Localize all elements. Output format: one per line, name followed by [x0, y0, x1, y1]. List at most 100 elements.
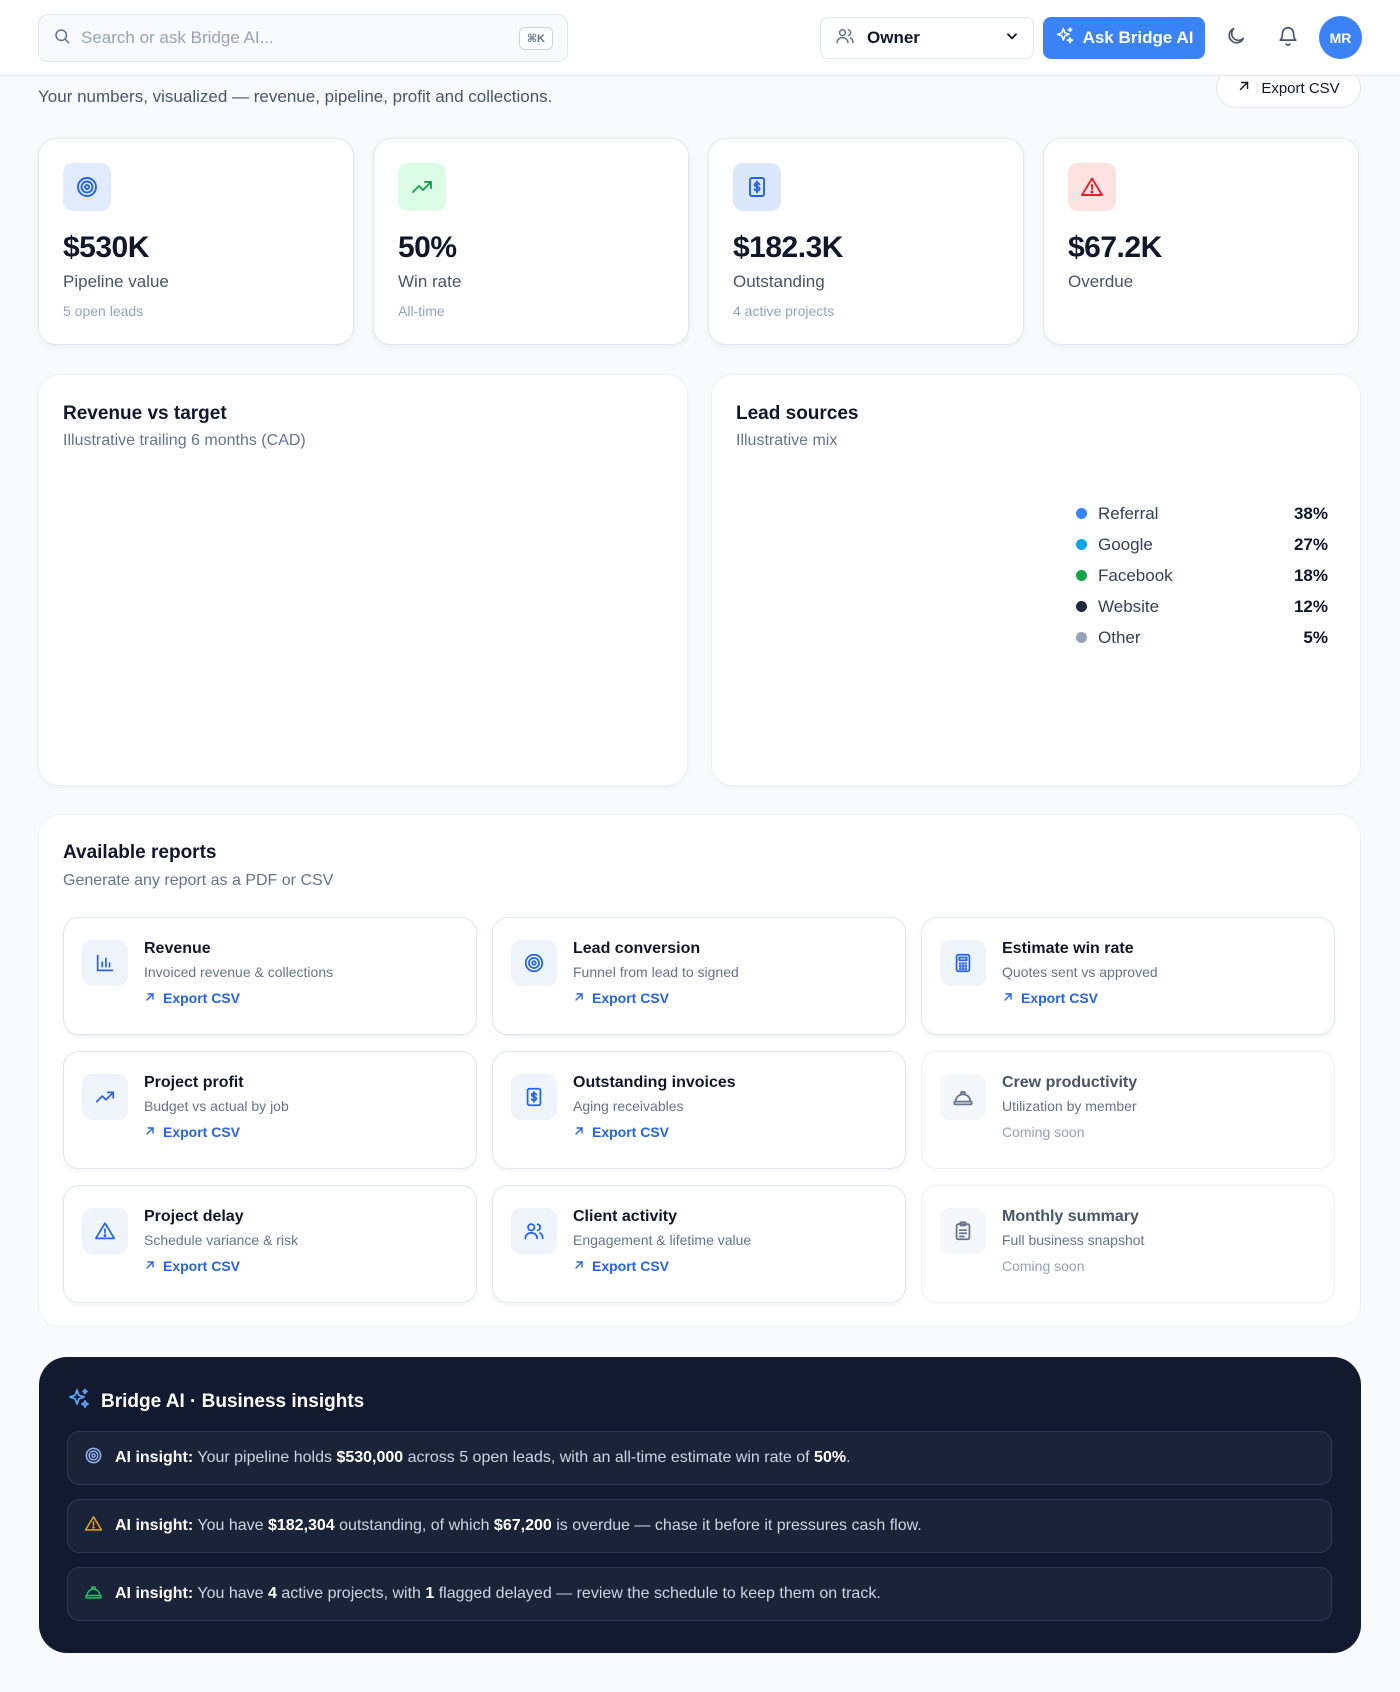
report-card[interactable]: Client activity Engagement & lifetime val… [492, 1185, 906, 1303]
kpi-label: Pipeline value [63, 272, 169, 291]
report-description: Full business snapshot [1002, 1232, 1145, 1248]
report-name: Outstanding invoices [573, 1074, 736, 1091]
search-shortcut-badge: ⌘K [518, 26, 553, 50]
kpi-label: Overdue [1068, 272, 1134, 291]
report-description: Schedule variance & risk [144, 1232, 299, 1248]
report-action-label: Coming soon [1002, 1124, 1085, 1140]
sparkle-icon [67, 1387, 91, 1417]
warning-icon [84, 1514, 103, 1538]
export-csv-link[interactable]: Export CSV [573, 1124, 669, 1140]
notifications-button[interactable] [1272, 22, 1304, 54]
sparkle-icon [1055, 26, 1075, 51]
report-action-label: Export CSV [1021, 990, 1099, 1006]
hard-hat-icon [84, 1582, 103, 1606]
search-bar[interactable]: ⌘K [38, 14, 568, 62]
ask-bridge-ai-label: Ask Bridge AI [1082, 28, 1194, 47]
ai-insight-highlight: $67,200 [493, 1517, 552, 1534]
report-name: Estimate win rate [1002, 940, 1134, 957]
legend-label: Facebook [1098, 565, 1173, 585]
arrow-up-right-icon [573, 990, 585, 1006]
panel-subtitle: Illustrative mix [736, 432, 838, 449]
report-name: Project delay [144, 1208, 244, 1225]
report-card[interactable]: Revenue Invoiced revenue & collections Exp… [63, 917, 477, 1035]
hard-hat-icon [940, 1074, 986, 1120]
report-description: Quotes sent vs approved [1002, 964, 1158, 980]
ai-insight-prefix: AI insight: [115, 1517, 194, 1534]
target-icon [511, 940, 557, 986]
arrow-up-right-icon [1237, 79, 1251, 97]
export-csv-link[interactable]: Export CSV [144, 1124, 240, 1140]
report-description: Funnel from lead to signed [573, 964, 739, 980]
ai-insight-row: AI insight: You have $182,304 outstandin… [67, 1499, 1332, 1553]
dark-mode-toggle[interactable] [1220, 22, 1252, 54]
legend-percent: 5% [1303, 627, 1328, 647]
report-action-label: Coming soon [1002, 1258, 1085, 1274]
report-card[interactable]: Estimate win rate Quotes sent vs approved… [921, 917, 1335, 1035]
kpi-value: $530K [63, 231, 149, 264]
search-icon [53, 27, 71, 50]
search-input[interactable] [81, 28, 519, 48]
arrow-up-right-icon [144, 1258, 156, 1274]
ai-insight-text: AI insight: Your pipeline holds $530,000… [115, 1449, 851, 1467]
ai-insight-row: AI insight: Your pipeline holds $530,000… [67, 1431, 1332, 1485]
panel-title: Lead sources [736, 403, 859, 424]
invoice-icon [733, 163, 781, 211]
report-name: Revenue [144, 940, 211, 957]
report-card[interactable]: Lead conversion Funnel from lead to signe… [492, 917, 906, 1035]
report-description: Invoiced revenue & collections [144, 964, 334, 980]
report-name: Monthly summary [1002, 1208, 1139, 1225]
legend-dot [1076, 632, 1087, 643]
kpi-value: $182.3K [733, 231, 843, 264]
ai-insight-fragment: . [846, 1449, 851, 1466]
ai-insight-fragment: Your pipeline holds [197, 1449, 337, 1466]
report-card[interactable]: Project profit Budget vs actual by job Exp… [63, 1051, 477, 1169]
arrow-up-right-icon [573, 1124, 585, 1140]
legend-dot [1076, 570, 1087, 581]
kpi-note: All-time [398, 303, 445, 319]
export-csv-link[interactable]: Export CSV [1002, 990, 1098, 1006]
report-card[interactable]: Outstanding invoices Aging receivables Exp… [492, 1051, 906, 1169]
legend-label: Referral [1098, 503, 1159, 523]
export-csv-link[interactable]: Export CSV [144, 990, 240, 1006]
ai-insight-fragment: is overdue — chase it before it pressure… [551, 1517, 922, 1534]
ai-insight-text: AI insight: You have 4 active projects, … [115, 1585, 881, 1603]
report-card[interactable]: Project delay Schedule variance & risk Exp… [63, 1185, 477, 1303]
page-subtitle: Your numbers, visualized — revenue, pipe… [38, 87, 553, 106]
report-name: Crew productivity [1002, 1074, 1138, 1091]
arrow-up-right-icon [144, 1124, 156, 1140]
lead-sources-legend: Referral 38% Google 27% Facebook 18% Website 12… [1076, 498, 1328, 653]
kpi-card: $67.2K Overdue [1043, 138, 1359, 345]
role-select[interactable]: Owner [820, 17, 1034, 59]
report-name: Client activity [573, 1208, 678, 1225]
kpi-value: $67.2K [1068, 231, 1162, 264]
report-description: Utilization by member [1002, 1098, 1137, 1114]
ai-insight-highlight: 50% [814, 1449, 847, 1466]
avatar[interactable]: MR [1319, 16, 1362, 59]
export-csv-link[interactable]: Export CSV [144, 1258, 240, 1274]
report-action-label: Export CSV [592, 1258, 670, 1274]
legend-label: Website [1098, 596, 1160, 616]
kpi-card: 50% Win rate All-time [373, 138, 689, 345]
ask-bridge-ai-button[interactable]: Ask Bridge AI [1043, 17, 1205, 59]
report-card: Crew productivity Utilization by member Co… [921, 1051, 1335, 1169]
legend-item: Facebook 18% [1076, 560, 1328, 591]
report-description: Engagement & lifetime value [573, 1232, 752, 1248]
ai-insights-panel: Bridge AI · Business insights AI insight… [39, 1357, 1361, 1653]
clipboard-icon [940, 1208, 986, 1254]
panel-subtitle: Generate any report as a PDF or CSV [63, 872, 334, 889]
ai-insight-fragment: You have [197, 1585, 268, 1602]
ai-insight-row: AI insight: You have 4 active projects, … [67, 1567, 1332, 1621]
export-csv-link[interactable]: Export CSV [573, 990, 669, 1006]
target-icon [63, 163, 111, 211]
legend-percent: 38% [1293, 503, 1328, 523]
ai-insight-prefix: AI insight: [115, 1585, 194, 1602]
report-action-label: Export CSV [592, 1124, 670, 1140]
warning-icon [1068, 163, 1116, 211]
calculator-icon [940, 940, 986, 986]
arrow-up-right-icon [573, 1258, 585, 1274]
ai-insight-highlight: 1 [425, 1585, 435, 1602]
kpi-value: 50% [398, 231, 457, 264]
export-csv-link[interactable]: Export CSV [573, 1258, 669, 1274]
legend-item: Other 5% [1076, 622, 1328, 653]
ai-insights-header: Bridge AI · Business insights [67, 1387, 364, 1417]
